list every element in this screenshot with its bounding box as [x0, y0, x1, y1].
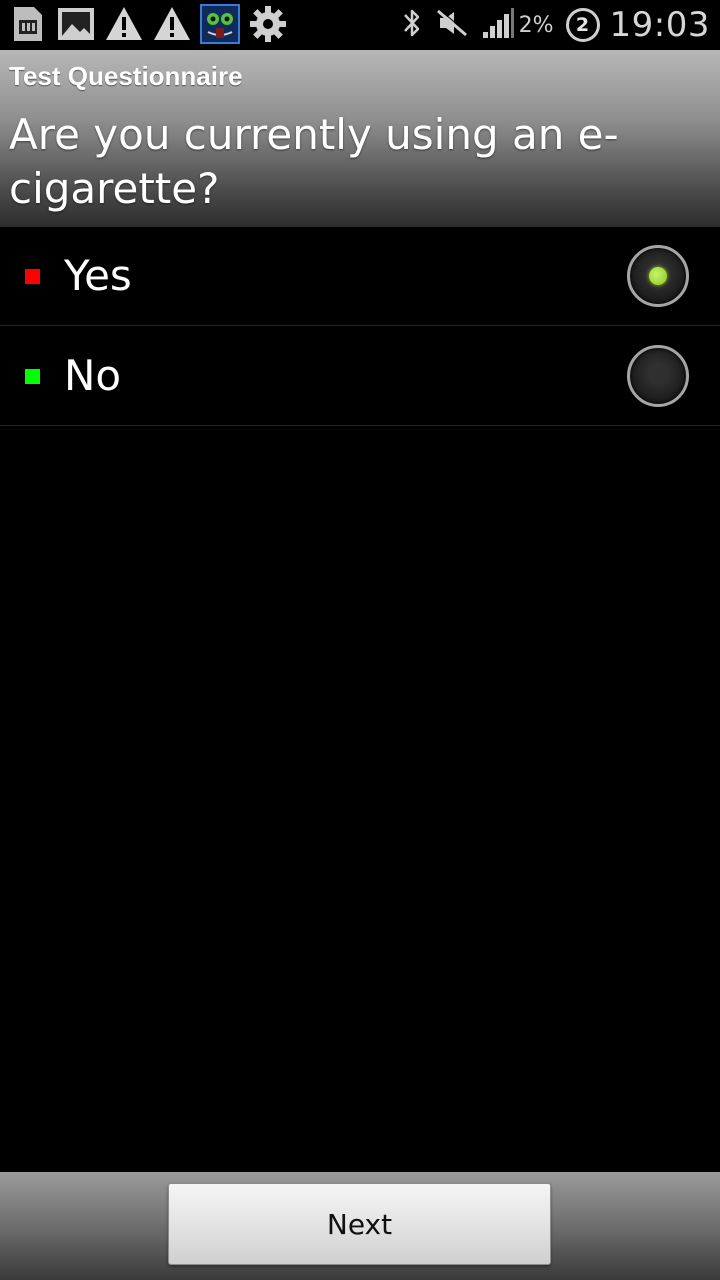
radio-selected-indicator [649, 267, 667, 285]
clock: 19:03 [609, 5, 710, 45]
radio-button-yes[interactable] [627, 245, 689, 307]
bluetooth-icon [401, 6, 423, 44]
status-bar: 2% 2 19:03 [0, 0, 720, 50]
mute-icon [435, 6, 469, 44]
radio-button-no[interactable] [627, 345, 689, 407]
app-title: Test Questionnaire [9, 61, 243, 91]
system-icons: 2% 2 19:03 [389, 0, 710, 50]
question-text: Are you currently using an e-cigarette? [9, 110, 619, 213]
radio-unselected-indicator [649, 367, 667, 385]
gallery-icon [56, 4, 96, 44]
notification-count-badge: 2 [565, 8, 600, 42]
answer-label-yes: Yes [64, 251, 132, 300]
answer-option-no[interactable]: No [0, 327, 720, 426]
answer-label-no: No [64, 351, 122, 400]
warning-icon [152, 4, 192, 44]
answer-option-yes[interactable]: Yes [0, 227, 720, 326]
footer-bar: Next [0, 1172, 720, 1280]
color-swatch [25, 369, 40, 384]
color-swatch [25, 269, 40, 284]
signal-icon [481, 6, 515, 44]
sd-card-icon [8, 4, 48, 44]
next-button[interactable]: Next [168, 1183, 551, 1265]
question-header: Test Questionnaire Are you currently usi… [0, 50, 720, 227]
notification-icons [8, 4, 296, 44]
app-face-icon [200, 4, 240, 44]
battery-percentage: 2% [518, 12, 554, 38]
warning-icon [104, 4, 144, 44]
settings-icon [248, 4, 288, 44]
